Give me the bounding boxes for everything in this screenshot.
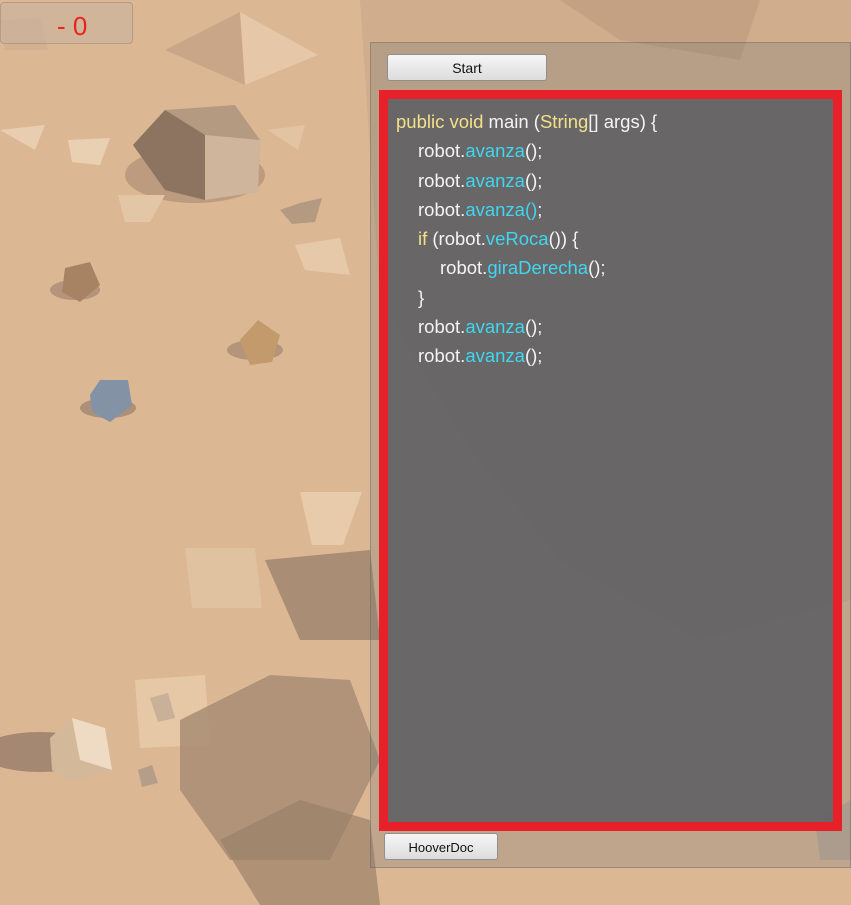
- score-panel: - 0: [0, 2, 133, 44]
- code-text: public void main (String[] args) {robot.…: [396, 107, 833, 371]
- code-token: ()) {: [548, 228, 579, 250]
- code-method: avanza: [465, 316, 525, 338]
- code-token: [] args) {: [588, 111, 658, 132]
- code-token: ();: [524, 345, 543, 367]
- code-keyword: public void: [396, 111, 484, 132]
- code-editor[interactable]: public void main (String[] args) {robot.…: [379, 90, 842, 831]
- code-line: robot.avanza();: [396, 312, 833, 341]
- code-token: robot.: [418, 316, 466, 338]
- code-token: ;: [537, 198, 543, 220]
- code-token: ();: [588, 257, 606, 279]
- code-method: avanza: [465, 345, 525, 367]
- code-line: }: [396, 283, 833, 312]
- code-line: robot.avanza();: [396, 341, 833, 370]
- start-button[interactable]: Start: [387, 54, 547, 81]
- code-token: robot.: [418, 169, 466, 191]
- code-method: veRoca: [485, 228, 549, 250]
- code-token: ();: [524, 140, 543, 162]
- code-keyword: String: [539, 111, 589, 132]
- score-text: - 0: [57, 11, 88, 41]
- code-line: robot.avanza();: [396, 166, 833, 195]
- code-token: robot.: [440, 257, 488, 279]
- code-line: if (robot.veRoca()) {: [396, 224, 833, 253]
- code-method: avanza(): [465, 198, 538, 220]
- code-token: ();: [524, 316, 543, 338]
- code-method: giraDerecha: [487, 257, 589, 279]
- code-method: avanza: [465, 169, 525, 191]
- code-method: avanza: [465, 140, 525, 162]
- code-token: main (: [483, 111, 540, 132]
- code-line: robot.avanza();: [396, 195, 833, 224]
- code-keyword: if: [418, 228, 428, 250]
- code-line: robot.giraDerecha();: [396, 253, 833, 282]
- code-token: robot.: [418, 345, 466, 367]
- code-token: }: [418, 286, 425, 308]
- code-line: public void main (String[] args) {: [396, 107, 833, 136]
- code-token: robot.: [418, 198, 466, 220]
- code-line: robot.avanza();: [396, 136, 833, 165]
- code-token: ();: [524, 169, 543, 191]
- hoover-doc-button[interactable]: HooverDoc: [384, 833, 498, 860]
- code-token: robot.: [418, 140, 466, 162]
- code-token: (robot.: [427, 228, 486, 250]
